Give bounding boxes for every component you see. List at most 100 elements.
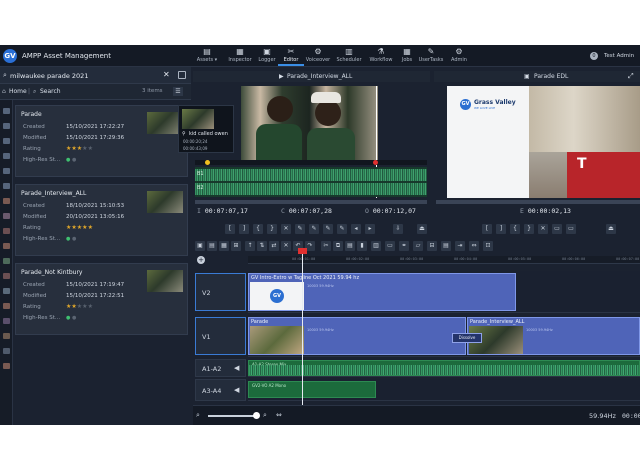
strip-icon[interactable] [3,363,10,369]
mark-out-marker[interactable] [373,160,378,165]
strip-icon[interactable] [3,243,10,249]
nav-admin[interactable]: ⚙ Admin [446,47,472,66]
nav-editor[interactable]: ✂ Editor [278,47,304,66]
clip-v1-parade-interview[interactable]: Parade_Interview_ALL 10003 59.94Hz [467,317,640,355]
strip-icon[interactable] [3,108,10,114]
program-scrub-bar[interactable] [436,200,640,204]
trash-icon[interactable]: ▥ [371,241,381,251]
save-search-icon[interactable] [178,71,186,79]
goto-in-button[interactable]: { [510,224,520,234]
strip-icon[interactable] [3,198,10,204]
mark-in-button[interactable]: [ [482,224,492,234]
breadcrumb-current[interactable]: Search [40,88,61,95]
strip-icon[interactable] [3,213,10,219]
snap-icon[interactable]: ⊟ [427,241,437,251]
track-header-a1[interactable]: A1-A2 ◀ [195,359,246,377]
rating-stars[interactable]: ★★★★★ [66,145,93,152]
insert-button[interactable]: ✎ [309,224,319,234]
nav-workflow[interactable]: ⚗ Workflow [368,47,394,66]
asset-title[interactable]: Parade_Not Kintbury [21,269,82,276]
strip-icon[interactable] [3,348,10,354]
track-header-v2[interactable]: V2 [195,273,246,311]
playhead-handle[interactable] [298,248,307,254]
lift-button[interactable]: ▭ [552,224,562,234]
timeline-ruler[interactable]: 00:00:01:00 00:00:02:00 00:00:03:00 00:0… [248,256,640,264]
prev-frame-button[interactable]: ◂ [351,224,361,234]
nav-voiceover[interactable]: ⚙ Voiceover [305,47,331,66]
mark-in-button[interactable]: [ [225,224,235,234]
copy-icon[interactable]: ⧉ [333,241,343,251]
program-video-frame[interactable]: GV Grass Valley WE LOVE LIVE T [447,86,640,198]
nav-logger[interactable]: ▣ Logger [254,47,280,66]
zoom-slider-handle[interactable] [253,412,260,419]
strip-icon[interactable] [3,258,10,264]
extract-button[interactable]: ▭ [566,224,576,234]
ripple-icon[interactable]: ⇄ [269,241,279,251]
download-button[interactable]: ⇩ [393,224,403,234]
speaker-icon[interactable]: ◀ [234,364,239,372]
rating-stars[interactable]: ★★★★★ [66,224,93,231]
zoom-in-icon[interactable]: ⌕ [263,411,267,420]
fullscreen-icon[interactable]: ⤢ [628,72,634,81]
mark-out-button[interactable]: ] [239,224,249,234]
link-icon[interactable]: ⚭ [399,241,409,251]
nav-usertasks[interactable]: ✎ UserTasks [418,47,444,66]
goto-out-button[interactable]: } [524,224,534,234]
next-frame-button[interactable]: ▸ [365,224,375,234]
mark-in-marker[interactable] [205,160,210,165]
dissolve-transition[interactable]: Dissolve [452,333,482,343]
tc-in[interactable]: I 00:07:07,17 [197,206,248,217]
asset-thumbnail[interactable] [147,191,183,213]
save-icon[interactable]: ▣ [195,241,205,251]
trim-icon[interactable]: ⇅ [257,241,267,251]
star-empty-icon[interactable]: ★ [88,303,93,310]
clip-v2-gv-intro[interactable]: GV Intro-Extro w Tagline Oct 2021 59.94 … [248,273,516,311]
asset-thumbnail[interactable] [147,270,183,292]
strip-icon[interactable] [3,138,10,144]
audio-icon[interactable]: ▤ [441,241,451,251]
strip-icon[interactable] [3,123,10,129]
delete-icon[interactable]: ✕ [281,241,291,251]
strip-icon[interactable] [3,153,10,159]
track-header-a3[interactable]: A3-A4 ◀ [195,379,246,401]
transition-icon[interactable]: ⇔ [469,241,479,251]
gap-icon[interactable]: ▱ [413,241,423,251]
source-video-frame[interactable] [241,86,378,164]
clip-v1-parade[interactable]: Parade 10003 59.94Hz [248,317,466,355]
clear-marks-button[interactable]: ✕ [538,224,548,234]
clear-search-icon[interactable]: ✕ [163,70,170,79]
search-input[interactable] [10,71,160,81]
clip-a3-mono[interactable]: GV2-VO A2 Mono [248,381,376,398]
strip-icon[interactable] [3,318,10,324]
match-frame-button[interactable]: ✎ [295,224,305,234]
zoom-out-icon[interactable]: ⌕ [196,411,200,420]
list-view-icon[interactable]: ☰ [173,87,183,96]
tc-duration[interactable]: C 00:07:07,28 [281,206,332,217]
tc-out[interactable]: O 00:07:12,07 [365,206,416,217]
razor-icon[interactable]: ✂ [321,241,331,251]
split-icon[interactable]: ⊞ [231,241,241,251]
paste-icon[interactable]: ▤ [345,241,355,251]
nav-jobs[interactable]: ▦ Jobs [394,47,420,66]
render-icon[interactable]: ⊡ [483,241,493,251]
star-filled-icon[interactable]: ★ [88,224,93,231]
strip-icon[interactable] [3,228,10,234]
import-icon[interactable]: ▦ [219,241,229,251]
fx-icon[interactable]: ⇥ [455,241,465,251]
rating-stars[interactable]: ★★★★★ [66,303,93,310]
mark-out-button[interactable]: ] [496,224,506,234]
asset-card[interactable]: Parade_Interview_ALL Created 18/10/2021 … [15,184,188,256]
clear-marks-button[interactable]: ✕ [281,224,291,234]
zoom-slider[interactable] [208,415,256,417]
strip-icon[interactable] [3,168,10,174]
breadcrumb-home[interactable]: Home [9,88,27,95]
goto-out-button[interactable]: } [267,224,277,234]
star-empty-icon[interactable]: ★ [88,145,93,152]
strip-icon[interactable] [3,273,10,279]
subclip-button[interactable]: ✎ [337,224,347,234]
asset-card[interactable]: Parade Created 15/10/2021 17:22:27 Modif… [15,105,188,177]
track-header-v1[interactable]: V1 [195,317,246,355]
source-scrub-bar[interactable] [195,160,427,165]
lock-icon[interactable]: ▭ [385,241,395,251]
strip-icon[interactable] [3,333,10,339]
